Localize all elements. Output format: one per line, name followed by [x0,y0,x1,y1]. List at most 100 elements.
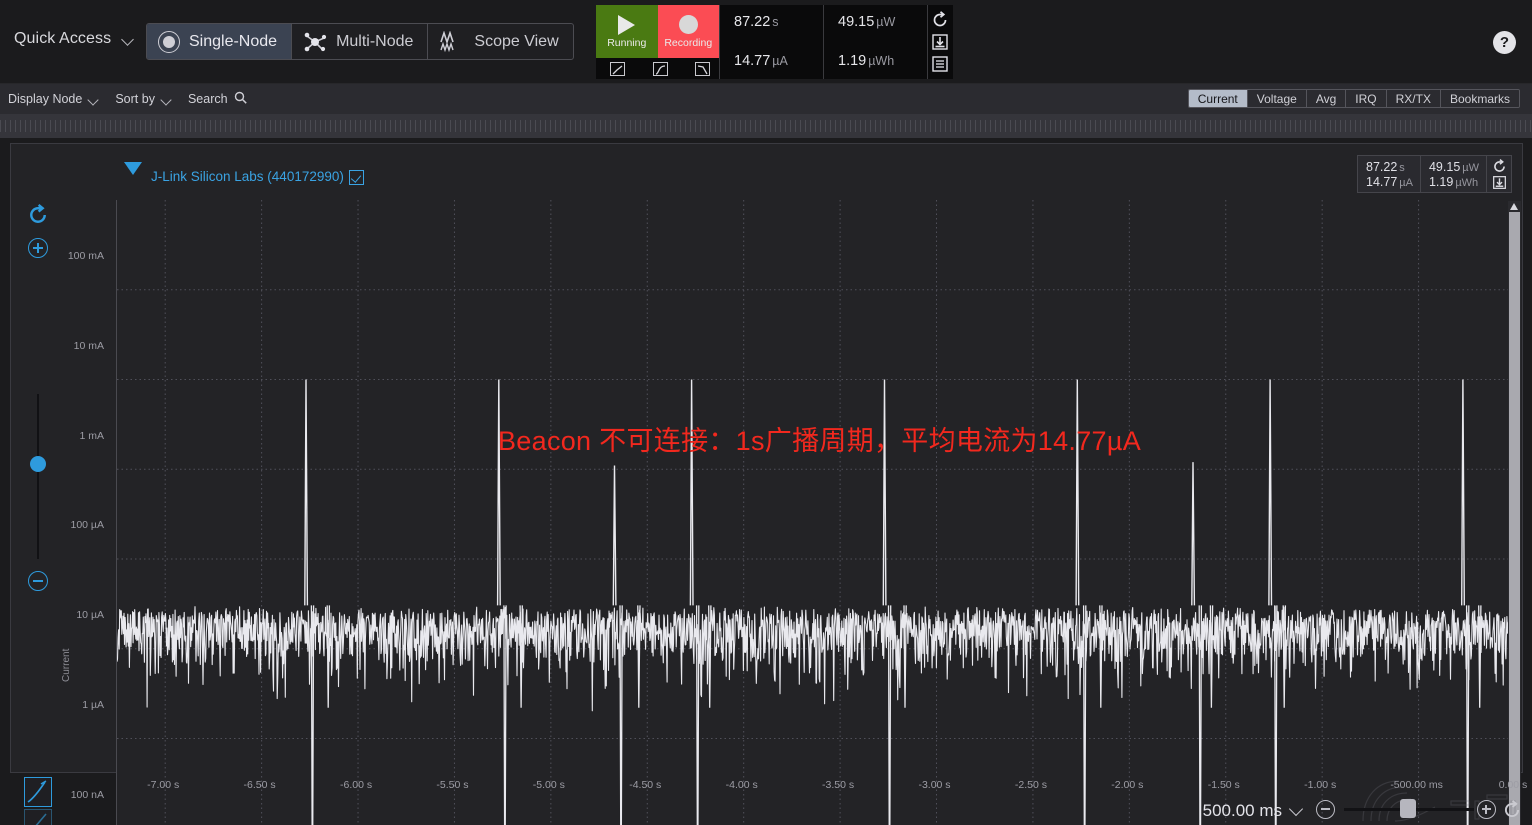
x-tick-label: -500.00 ms [1390,779,1443,791]
list-icon[interactable] [931,55,949,73]
x-tick-label: -3.50 s [822,779,855,791]
trigger-rise-button[interactable] [596,58,639,79]
tab-multi-node[interactable]: Multi-Node [292,24,429,59]
chart-vertical-scrollbar[interactable] [1508,201,1521,825]
recording-label: Recording [664,36,713,49]
search-button[interactable]: Search [188,91,247,107]
help-glyph: ? [1499,34,1510,51]
tab-voltage[interactable]: Voltage [1247,90,1307,107]
x-tick-label: -6.00 s [339,779,373,791]
recording-button[interactable]: Recording [657,5,719,58]
sub-toolbar-left: Display Node Sort by Search [8,84,247,114]
time-window-slider-thumb[interactable] [1400,799,1416,818]
search-icon [234,91,247,107]
triangle-down-icon[interactable] [124,162,142,175]
display-node-label: Display Node [8,92,83,106]
trigger-toggle-row [596,58,724,79]
chevron-down-icon [122,35,135,43]
cluster-action-icons [928,5,953,79]
x-tick-label: -5.00 s [532,779,565,791]
panel-energy: 1.19 µWh [1428,174,1479,189]
view-mode-group: Single-Node Multi-Node Scope View [146,23,574,60]
x-tick-label: -4.00 s [725,779,758,791]
y-tick-label: 100 µA [70,519,105,532]
scroll-up-arrow-icon[interactable] [1510,203,1518,210]
chart-panel: J-Link Silicon Labs (440172990) 87.22 s 1… [10,143,1523,825]
tab-rxtx[interactable]: RX/TX [1386,90,1441,107]
x-tick-label: -1.50 s [1207,779,1240,791]
chevron-down-icon [88,96,99,103]
top-toolbar: Quick Access Single-Node Multi-Node Scop… [0,0,1532,84]
stat-column-power: 49.15 µW 1.19 µWh [824,5,928,79]
scrollbar-thumb[interactable] [1509,212,1520,825]
acquisition-control-cluster: Running Recording 87.22 s 14.77 µA 49.15… [596,5,953,79]
tab-current[interactable]: Current [1188,90,1248,107]
tab-irq[interactable]: IRQ [1346,90,1387,107]
app-root: Quick Access Single-Node Multi-Node Scop… [0,0,1532,825]
trigger-s-button[interactable] [639,58,682,79]
time-scale-bar: 500.00 ms [0,795,1532,825]
x-tick-label: -7.00 s [147,779,180,791]
x-tick-label: -2.00 s [1111,779,1144,791]
y-axis-title: Current [61,648,72,682]
scope-view-label: Scope View [474,32,559,50]
sub-toolbar: Display Node Sort by Search Current Volt… [0,84,1532,114]
quick-access-dropdown[interactable]: Quick Access [14,30,135,48]
download-icon[interactable] [931,33,949,51]
help-icon[interactable]: ? [1493,31,1516,54]
trigger-fall-button[interactable] [681,58,724,79]
panel-action-icons [1487,156,1511,192]
average-current-value: 14.77 µA [734,53,788,69]
tab-bookmarks[interactable]: Bookmarks [1440,90,1519,107]
current-waveform-plot[interactable] [116,200,1514,825]
elapsed-time-value: 87.22 s [734,14,779,30]
chevron-down-icon[interactable] [1290,804,1304,813]
y-tick-label: 1 µA [82,698,104,711]
curve-fall-icon [695,61,711,76]
panel-average-power: 49.15 µW [1428,159,1479,174]
metric-tabs: Current Voltage Avg IRQ RX/TX Bookmarks [1187,89,1520,108]
minus-circle-icon[interactable] [28,571,48,591]
curve-rise-icon [609,61,625,76]
panel-stats-box: 87.22 s 14.77 µA 49.15 µW 1.19 µWh [1357,155,1512,193]
display-node-dropdown[interactable]: Display Node [8,92,99,106]
reset-arrow-icon[interactable] [27,204,49,226]
running-button[interactable]: Running [596,5,658,58]
time-scale-value[interactable]: 500.00 ms [1203,801,1282,821]
download-icon[interactable] [1492,175,1507,190]
sort-by-dropdown[interactable]: Sort by [115,92,172,106]
tab-scope-view[interactable]: Scope View [428,24,572,59]
scope-view-icon [439,29,465,53]
quick-access-label: Quick Access [14,30,112,47]
vertical-zoom-rail [19,204,57,825]
y-tick-label: 1 mA [79,429,104,442]
minus-circle-icon[interactable] [1316,800,1335,819]
plus-circle-icon[interactable] [28,238,48,258]
energy-value: 1.19 µWh [838,53,895,69]
tab-avg[interactable]: Avg [1306,90,1347,107]
x-tick-label: -4.50 s [629,779,662,791]
ruler-ticks [0,120,1532,132]
single-node-label: Single-Node [189,32,278,50]
zoom-slider-thumb[interactable] [30,456,46,472]
curve-s-icon [652,61,668,76]
reset-icon[interactable] [931,11,949,29]
panel-stat-power: 49.15 µW 1.19 µWh [1421,156,1487,192]
plus-circle-icon[interactable] [1477,800,1496,819]
reset-icon[interactable] [1492,158,1507,174]
panel-elapsed-time: 87.22 s [1366,159,1405,174]
single-node-icon [158,30,180,53]
x-tick-label: 0.00 s [1498,779,1528,791]
y-tick-label: 100 mA [67,250,104,262]
x-tick-label: -1.00 s [1304,779,1337,791]
panel-stat-time: 87.22 s 14.77 µA [1358,156,1421,192]
node-title[interactable]: J-Link Silicon Labs (440172990) [151,169,344,184]
reset-arrow-icon[interactable] [1502,800,1522,820]
stat-column-time: 87.22 s 14.77 µA [720,5,824,79]
tab-single-node[interactable]: Single-Node [147,24,293,59]
timeline-ruler[interactable] [0,114,1532,138]
x-tick-label: -6.50 s [243,779,276,791]
zoom-slider-track[interactable] [37,394,39,559]
y-tick-label: 10 µA [76,609,104,621]
checked-box-icon[interactable] [349,170,364,185]
